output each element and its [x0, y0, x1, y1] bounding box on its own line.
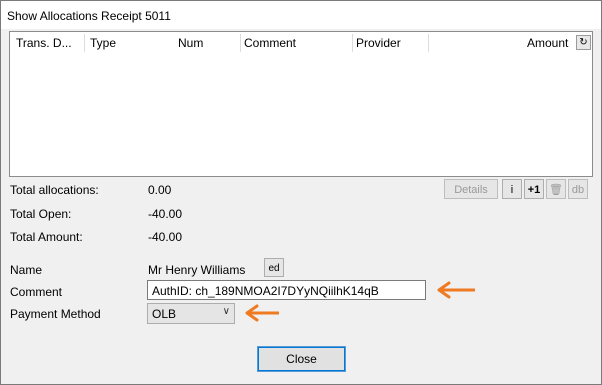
payment-method-value: OLB: [152, 307, 177, 321]
grid-header: Trans. D... Type Num Comment Provider Am…: [10, 32, 592, 54]
column-header-type[interactable]: Type: [90, 36, 116, 50]
payment-method-label: Payment Method: [10, 307, 101, 321]
allocations-grid[interactable]: Trans. D... Type Num Comment Provider Am…: [9, 31, 593, 177]
db-button[interactable]: db: [568, 179, 588, 199]
close-button[interactable]: Close: [257, 346, 346, 372]
delete-button[interactable]: 🗑: [546, 179, 566, 199]
column-header-comment[interactable]: Comment: [244, 36, 296, 50]
info-button[interactable]: i: [502, 179, 522, 199]
total-open-value: -40.00: [148, 207, 183, 221]
allocations-dialog: Show Allocations Receipt 5011 Trans. D..…: [0, 0, 602, 385]
total-allocations-label: Total allocations:: [10, 183, 99, 197]
total-allocations-value: 0.00: [148, 183, 172, 197]
comment-label: Comment: [10, 285, 63, 299]
title-bar: Show Allocations Receipt 5011: [1, 1, 601, 29]
column-divider[interactable]: [428, 34, 429, 52]
annotation-arrow-icon: [245, 304, 279, 322]
total-amount-label: Total Amount:: [10, 230, 83, 244]
name-label: Name: [10, 263, 43, 277]
column-header-provider[interactable]: Provider: [356, 36, 401, 50]
name-value: Mr Henry Williams: [148, 263, 246, 277]
column-divider[interactable]: [240, 34, 241, 52]
details-button[interactable]: Details: [444, 179, 498, 199]
trash-icon: 🗑: [549, 184, 563, 196]
comment-input[interactable]: AuthID: ch_189NMOA2I7DYyNQiilhK14qB: [147, 280, 426, 300]
edit-name-button[interactable]: ed: [264, 258, 284, 277]
payment-method-select[interactable]: OLB ∨: [147, 303, 235, 324]
total-open-label: Total Open:: [10, 207, 72, 221]
window-title: Show Allocations Receipt 5011: [7, 9, 171, 23]
plus-one-button[interactable]: +1: [524, 179, 544, 199]
column-divider[interactable]: [352, 34, 353, 52]
chevron-down-icon: ∨: [222, 306, 230, 317]
column-header-amount[interactable]: Amount: [527, 36, 568, 50]
column-header-num[interactable]: Num: [178, 36, 203, 50]
total-amount-value: -40.00: [148, 230, 183, 244]
refresh-icon[interactable]: ↻: [576, 35, 591, 50]
annotation-arrow-icon: [437, 281, 475, 299]
column-divider[interactable]: [84, 34, 85, 52]
column-header-trans-date[interactable]: Trans. D...: [16, 36, 72, 50]
